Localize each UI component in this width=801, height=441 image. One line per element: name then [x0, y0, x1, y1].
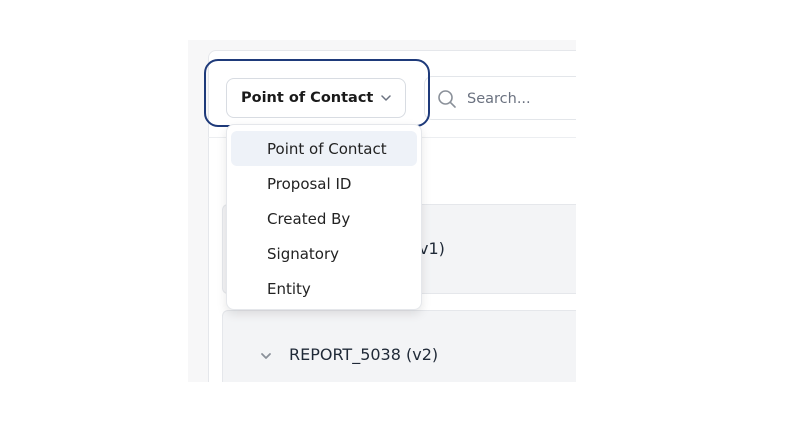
- filter-field-select[interactable]: Point of Contact: [226, 78, 406, 118]
- filter-field-label: Point of Contact: [241, 90, 374, 106]
- dropdown-option-signatory[interactable]: Signatory: [231, 236, 417, 271]
- search-icon: [438, 90, 456, 108]
- report-row[interactable]: REPORT_5038 (v2): [222, 310, 576, 382]
- filter-field-dropdown-menu: Point of Contact Proposal ID Created By …: [226, 124, 422, 310]
- search-box: [424, 76, 576, 120]
- search-input[interactable]: [465, 86, 576, 112]
- chevron-down-icon[interactable]: [259, 349, 273, 363]
- chevron-down-icon: [381, 95, 391, 101]
- dropdown-option-created-by[interactable]: Created By: [231, 201, 417, 236]
- dropdown-option-entity[interactable]: Entity: [231, 271, 417, 306]
- report-row-label: v1): [419, 239, 445, 258]
- dropdown-option-point-of-contact[interactable]: Point of Contact: [231, 131, 417, 166]
- dropdown-option-proposal-id[interactable]: Proposal ID: [231, 166, 417, 201]
- report-row-label: REPORT_5038 (v2): [289, 345, 439, 364]
